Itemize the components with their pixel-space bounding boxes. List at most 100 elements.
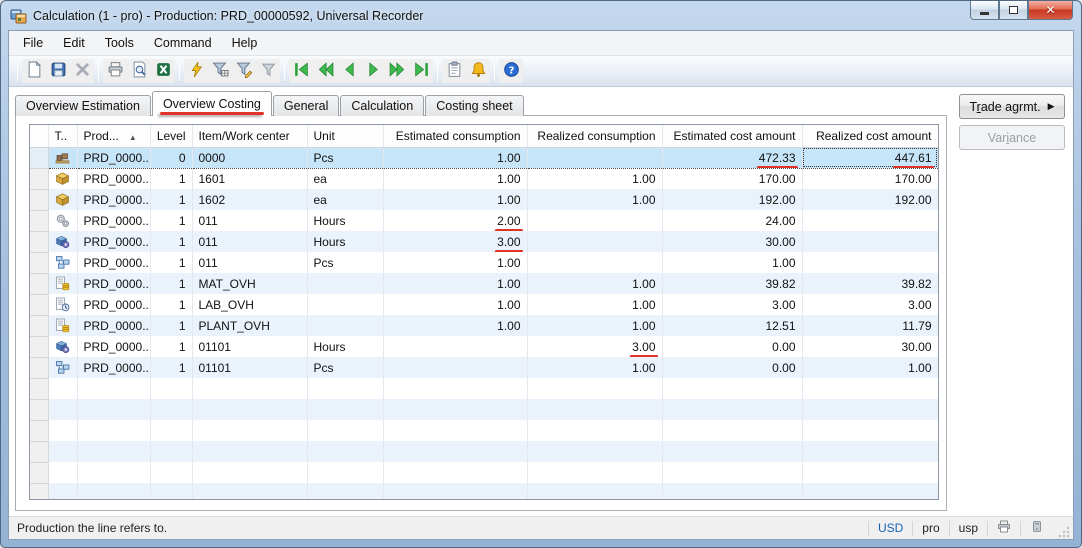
table-row[interactable]: PRD_0000... 1 01101 Hours 3.00 0.00 30.00 (30, 335, 938, 358)
filter-grid-button[interactable] (208, 59, 232, 83)
menu-help[interactable]: Help (222, 33, 268, 53)
previous-record-button[interactable] (337, 59, 361, 83)
cell-value: 1 (178, 339, 186, 354)
document-handling-button[interactable] (442, 59, 466, 83)
last-record-button[interactable] (409, 59, 433, 83)
print-button[interactable] (103, 59, 127, 83)
cell-item: 1601 (192, 168, 308, 189)
row-selector[interactable] (30, 440, 49, 463)
restore-button[interactable] (999, 1, 1028, 20)
column-header-t[interactable]: T.. (48, 125, 78, 148)
previous-page-button[interactable] (313, 59, 337, 83)
row-selector[interactable] (30, 251, 49, 274)
table-row[interactable]: PRD_0000... 1 MAT_OVH 1.00 1.00 39.82 39.82 (30, 272, 938, 295)
row-selector[interactable] (30, 167, 49, 190)
row-selector[interactable] (30, 188, 49, 211)
row-selector[interactable] (30, 146, 49, 169)
menu-file[interactable]: File (13, 33, 53, 53)
column-header-item-work-center[interactable]: Item/Work center (192, 125, 308, 148)
trade-agrmt-button[interactable]: Trade agrmt. ▶ (959, 94, 1065, 119)
cell-real_cons (527, 378, 663, 399)
row-selector[interactable] (30, 482, 49, 499)
row-selector[interactable] (30, 293, 49, 316)
table-row[interactable]: PRD_0000... 0 0000 Pcs 1.00 472.33 447.61 (30, 146, 938, 169)
select-all-corner[interactable] (30, 125, 49, 148)
next-record-button[interactable] (361, 59, 385, 83)
cell-value: PRD_0000... (83, 192, 150, 207)
tab-calculation[interactable]: Calculation (340, 95, 425, 116)
row-selector[interactable] (30, 398, 49, 421)
table-row[interactable]: PRD_0000... 1 011 Pcs 1.00 1.00 (30, 251, 938, 274)
delete-button[interactable] (70, 59, 94, 83)
filter-field-button[interactable] (232, 59, 256, 83)
column-header-unit[interactable]: Unit (307, 125, 384, 148)
costing-grid[interactable]: T.. Prod... ▲ Level Item/Work center Unit Esti… (29, 124, 939, 500)
tab-costing-sheet[interactable]: Costing sheet (425, 95, 524, 116)
row-selector[interactable] (30, 461, 49, 484)
title-bar[interactable]: Calculation (1 - pro) - Production: PRD_… (1, 1, 1081, 30)
menu-edit[interactable]: Edit (53, 33, 95, 53)
close-button[interactable]: ✕ (1028, 1, 1073, 20)
row-selector[interactable] (30, 209, 49, 232)
quantity-route-icon (55, 360, 70, 374)
cell-real_cost: 447.61 (802, 146, 938, 169)
cell-unit (307, 420, 384, 441)
row-selector[interactable] (30, 272, 49, 295)
database-status-button[interactable] (1020, 520, 1053, 536)
resize-grip-icon[interactable] (1057, 525, 1071, 539)
column-header-estimated-cost-amount[interactable]: Estimated cost amount (662, 125, 803, 148)
column-header-realized-cost-amount[interactable]: Realized cost amount (802, 125, 938, 148)
row-selector[interactable] (30, 377, 49, 400)
menu-command[interactable]: Command (144, 33, 222, 53)
delete-icon (74, 61, 91, 81)
cell-real_cost (802, 483, 938, 499)
row-selector[interactable] (30, 356, 49, 379)
column-header-prod[interactable]: Prod... ▲ (77, 125, 151, 148)
next-page-button[interactable] (385, 59, 409, 83)
cell-value: 2.00 (497, 213, 521, 228)
column-header-estimated-consumption[interactable]: Estimated consumption (383, 125, 528, 148)
table-row[interactable]: PRD_0000... 1 011 Hours 3.00 30.00 (30, 230, 938, 253)
row-selector[interactable] (30, 230, 49, 253)
first-record-button[interactable] (289, 59, 313, 83)
table-row[interactable]: PRD_0000... 1 1601 ea 1.00 1.00 170.00 170.00 (30, 167, 938, 190)
menu-tools[interactable]: Tools (95, 33, 144, 53)
remove-filter-button[interactable] (256, 59, 280, 83)
cell-est_cost: 1.00 (662, 252, 803, 273)
column-header-level[interactable]: Level (150, 125, 193, 148)
tab-general[interactable]: General (272, 95, 340, 116)
table-row[interactable]: PRD_0000... 1 01101 Pcs 1.00 0.00 1.00 (30, 356, 938, 379)
table-row[interactable]: PRD_0000... 1 LAB_OVH 1.00 1.00 3.00 3.00 (30, 293, 938, 316)
filter-field-icon (235, 61, 253, 81)
new-button[interactable] (22, 59, 46, 83)
row-selector[interactable] (30, 419, 49, 442)
minimize-button[interactable] (970, 1, 999, 20)
cell-level: 1 (150, 252, 193, 273)
print-preview-button[interactable] (127, 59, 151, 83)
export-excel-button[interactable] (151, 59, 175, 83)
pallet-item-icon (55, 150, 70, 164)
cell-prod: PRD_0000... (77, 189, 151, 210)
printer-status-button[interactable] (987, 520, 1020, 536)
cell-value: 24.00 (765, 213, 796, 228)
table-row[interactable]: PRD_0000... 1 011 Hours 2.00 24.00 (30, 209, 938, 232)
row-selector[interactable] (30, 335, 49, 358)
alerts-button[interactable] (466, 59, 490, 83)
table-row[interactable]: PRD_0000... 1 PLANT_OVH 1.00 1.00 12.51 11.79 (30, 314, 938, 337)
row-selector[interactable] (30, 314, 49, 337)
cell-real_cons: 1.00 (527, 294, 663, 315)
cell-est_cost (662, 420, 803, 441)
tab-overview-costing[interactable]: Overview Costing (151, 91, 272, 116)
cell-real_cons (527, 420, 663, 441)
tab-overview-estimation[interactable]: Overview Estimation (15, 95, 151, 116)
cell-value: 0000 (198, 150, 226, 165)
cell-value: Hours (313, 213, 346, 228)
filter-advanced-button[interactable] (184, 59, 208, 83)
table-row[interactable]: PRD_0000... 1 1602 ea 1.00 1.00 192.00 192.00 (30, 188, 938, 211)
help-button[interactable]: ? (499, 59, 523, 83)
column-header-realized-consumption[interactable]: Realized consumption (527, 125, 663, 148)
cell-value: 30.00 (901, 339, 932, 354)
type-cell (48, 336, 78, 357)
cell-value: 1601 (198, 171, 226, 186)
save-button[interactable] (46, 59, 70, 83)
